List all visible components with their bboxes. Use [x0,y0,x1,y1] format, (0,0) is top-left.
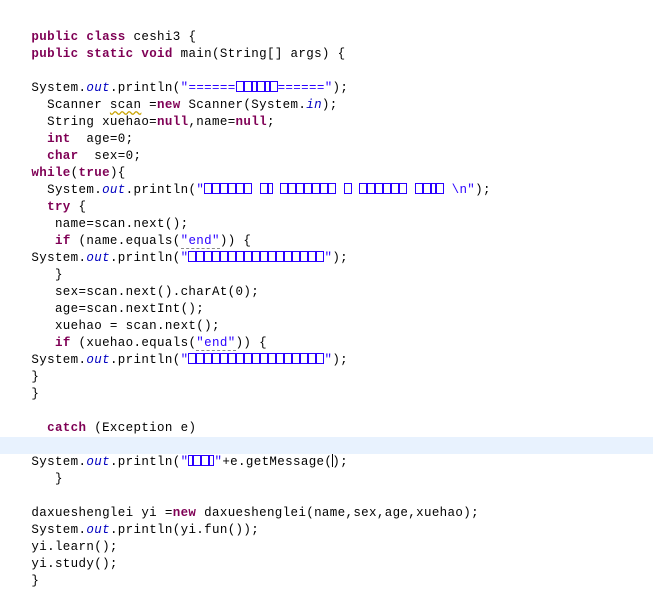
code-line[interactable]: yi.learn(); [0,522,653,554]
code-line[interactable]: if (name.equals("end")) { [0,216,653,249]
code-line[interactable]: System.out.println(" "); [0,233,653,265]
code-line[interactable]: age=scan.nextInt(); [0,284,653,316]
code-line[interactable]: System.out.println(yi.fun()); [0,505,653,537]
code-line[interactable]: public static void main(String[] args) { [0,29,653,61]
code-line[interactable]: System.out.println("====== ======"); [0,63,653,95]
code-line-blank[interactable] [0,46,653,63]
code-line[interactable]: System.out.println(" "); [0,335,653,367]
code-line[interactable]: daxueshenglei yi =new daxueshenglei(name… [0,488,653,520]
code-line[interactable]: while(true){ [0,148,653,180]
code-line[interactable]: if (xuehao.equals("end")) { [0,318,653,351]
code-line[interactable]: System.out.println(" \n"); [0,165,653,197]
code-editor-canvas[interactable]: public class ceshi3 { public static void… [0,0,653,588]
code-line-current[interactable]: System.out.println(" "+e.getMessage(); [0,437,653,469]
code-line[interactable]: String xuehao=null,name=null; [0,97,653,129]
code-line[interactable]: char sex=0; [0,131,653,163]
code-line[interactable]: xuehao = scan.next(); [0,301,653,333]
code-line[interactable]: int age=0; [0,114,653,146]
brace-close: } [31,574,40,588]
code-line[interactable]: catch (Exception e) [0,403,653,435]
code-line[interactable]: } [0,454,653,486]
code-line[interactable]: Scanner scan =new Scanner(System.in); [0,80,653,112]
code-line[interactable]: public class ceshi3 { [0,12,653,44]
code-line[interactable]: sex=scan.next().charAt(0); [0,267,653,299]
code-line[interactable]: yi.study(); [0,539,653,571]
code-line-blank[interactable] [0,471,653,488]
code-line[interactable]: } [0,369,653,401]
code-line-blank[interactable] [0,386,653,403]
code-line[interactable]: try { [0,182,653,214]
code-line[interactable]: } [0,250,653,282]
code-line[interactable]: } [0,556,653,588]
code-line[interactable]: } [0,352,653,384]
code-line[interactable]: name=scan.next(); [0,199,653,231]
code-line[interactable]: { [0,420,653,452]
